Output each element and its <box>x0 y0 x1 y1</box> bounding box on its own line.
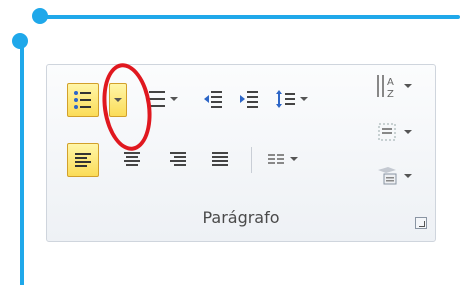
borders-icon <box>378 167 397 185</box>
align-left-icon <box>75 153 91 167</box>
bullet-list-icon <box>74 91 91 109</box>
callout-line-top <box>40 15 460 19</box>
sort-icon: A Z <box>377 75 394 99</box>
callout-dot-left <box>12 33 28 49</box>
shading-dropdown-icon[interactable] <box>403 127 413 137</box>
borders-button[interactable] <box>373 161 401 191</box>
separator <box>251 147 252 173</box>
align-right-icon <box>170 152 186 166</box>
line-spacing-icon <box>276 90 295 108</box>
line-spacing-dropdown-icon[interactable] <box>299 94 309 104</box>
center-icon <box>124 152 140 166</box>
columns-dropdown-icon[interactable] <box>289 154 299 164</box>
numbered-list-dropdown-icon[interactable] <box>169 94 179 104</box>
callout-line-left <box>20 40 24 285</box>
line-spacing-button[interactable] <box>273 83 299 115</box>
dialog-launcher-icon[interactable] <box>415 217 427 229</box>
increase-indent-button[interactable] <box>235 83 263 115</box>
callout-dot-top <box>32 8 48 24</box>
borders-dropdown-icon[interactable] <box>403 171 413 181</box>
group-label: Parágrafo <box>202 208 280 227</box>
increase-indent-icon <box>240 91 258 108</box>
bullet-list-button[interactable] <box>67 83 99 117</box>
align-left-button[interactable] <box>67 143 99 177</box>
align-right-button[interactable] <box>165 143 191 175</box>
sort-dropdown-icon[interactable] <box>403 81 413 91</box>
justify-icon <box>212 152 228 166</box>
justify-button[interactable] <box>207 143 233 175</box>
svg-text:Z: Z <box>387 89 394 99</box>
columns-icon <box>268 154 284 164</box>
svg-text:A: A <box>387 77 394 88</box>
sort-button[interactable]: A Z <box>373 71 401 101</box>
shading-icon <box>378 123 396 141</box>
decrease-indent-button[interactable] <box>199 83 227 115</box>
columns-button[interactable] <box>263 143 289 175</box>
shading-button[interactable] <box>373 117 401 147</box>
decrease-indent-icon <box>204 91 222 108</box>
